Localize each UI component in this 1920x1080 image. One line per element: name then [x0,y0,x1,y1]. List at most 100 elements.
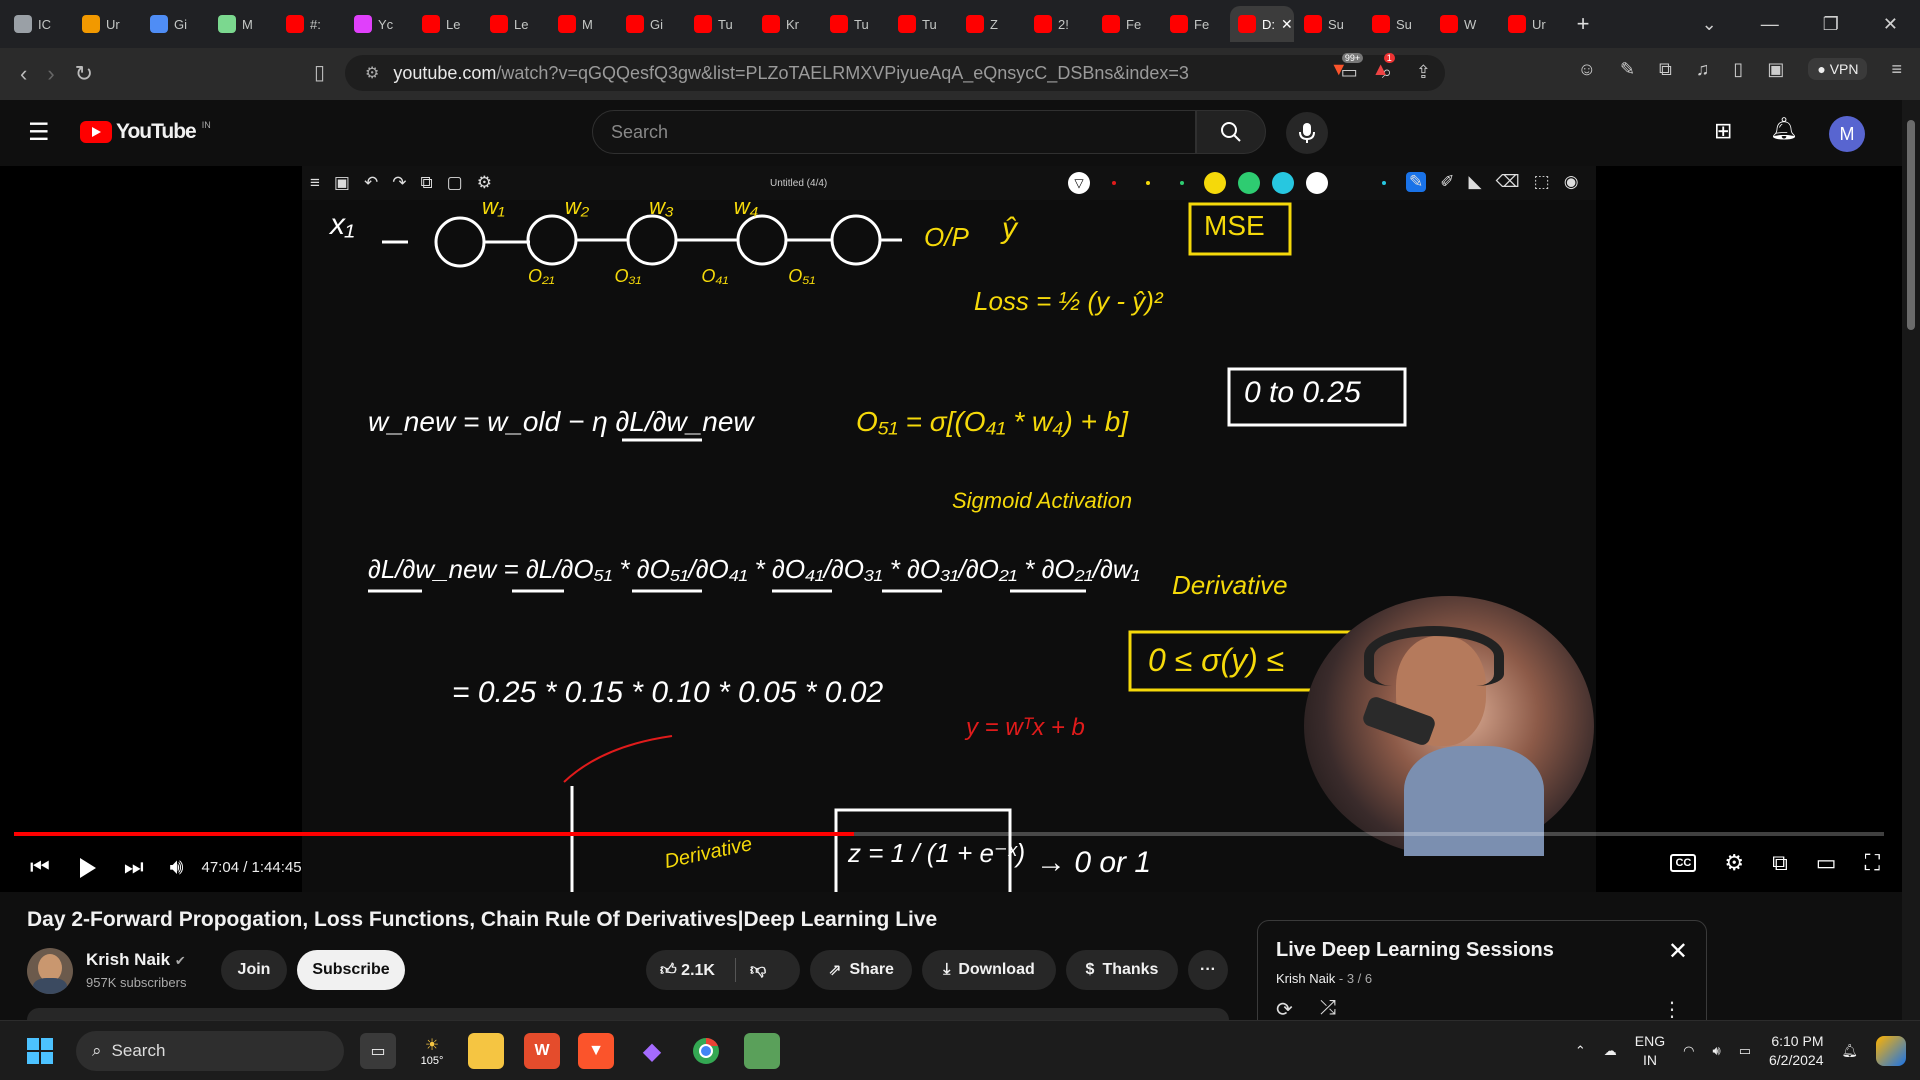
office-app-icon[interactable]: W [524,1033,560,1069]
weather-widget[interactable]: ☀ 105° [414,1033,450,1069]
browser-tab[interactable]: Tu [822,6,888,42]
scrollbar-thumb[interactable] [1907,120,1915,330]
join-button[interactable]: Join [221,950,287,990]
browser-tab[interactable]: D: ✕ [1230,6,1294,42]
wallet-icon[interactable]: ▣ [1767,59,1784,80]
obsidian-icon[interactable]: ◆ [634,1033,670,1069]
menu-icon[interactable]: ≡ [1891,59,1902,80]
file-explorer-icon[interactable] [468,1033,504,1069]
browser-tab[interactable]: Ur [1500,6,1566,42]
minimize-icon[interactable]: — [1761,14,1779,35]
browser-tab[interactable]: 2! [1026,6,1092,42]
close-window-icon[interactable]: ✕ [1883,14,1898,35]
create-video-icon[interactable]: ⊞ [1714,118,1732,144]
palette-color-swatch[interactable] [1238,172,1260,194]
play-button[interactable] [78,857,98,878]
browser-tab[interactable]: Kr [754,6,820,42]
brave-shields-icon[interactable]: ▼ 99+ [1330,52,1364,80]
search-input[interactable]: Search [592,110,1196,154]
voice-search-button[interactable] [1286,112,1328,154]
wb-pen-icon[interactable]: ✎ [1406,172,1427,192]
restore-icon[interactable]: ❐ [1823,14,1839,35]
volume-icon[interactable]: 🔊︎ [170,854,184,880]
browser-tab[interactable]: Gi [618,6,684,42]
wb-redo-icon[interactable]: ↷ [392,173,406,193]
account-avatar[interactable]: M [1829,116,1865,152]
clock[interactable]: 6:10 PM 6/2/2024 [1769,1032,1824,1070]
browser-tab[interactable]: IC [6,6,72,42]
site-info-icon[interactable]: ⚙ [365,63,379,83]
vpn-button[interactable]: ● VPN [1808,58,1868,80]
browser-tab[interactable]: M [550,6,616,42]
browser-tab[interactable]: Le [482,6,548,42]
battery-icon[interactable]: ▭ [1739,1043,1751,1059]
thanks-button[interactable]: $ Thanks [1066,950,1178,990]
brave-rewards-icon[interactable]: ▲ 1 [1372,52,1395,80]
wb-eraser-icon[interactable]: ⌫ [1496,172,1520,192]
back-icon[interactable]: ‹ [20,61,27,87]
channel-name[interactable]: Krish Naik ✔ [86,950,186,970]
wb-select-icon[interactable]: ⬚ [1534,172,1550,192]
browser-tab[interactable]: Fe [1162,6,1228,42]
wb-lasso-icon[interactable]: ▽ [1068,172,1090,194]
browser-tab[interactable]: Ur [74,6,140,42]
url-bar[interactable]: ⚙ youtube.com/watch?v=qGQQesfQ3gw&list=P… [345,55,1445,91]
music-icon[interactable]: ♫ [1696,59,1710,80]
guide-menu-icon[interactable]: ☰ [28,118,50,147]
captions-button[interactable]: CC [1670,854,1697,872]
description-box[interactable] [27,1008,1229,1020]
seek-bar[interactable] [14,832,1884,836]
wb-save-icon[interactable]: ▣ [334,173,350,193]
language-indicator[interactable]: ENG IN [1635,1032,1665,1070]
playlist-menu-icon[interactable]: ⋮ [1662,997,1682,1022]
browser-tab[interactable]: Gi [142,6,208,42]
wb-ruler-icon[interactable]: ◣ [1469,172,1482,192]
wb-undo-icon[interactable]: ↶ [364,173,378,193]
wb-dot-yellow[interactable] [1146,181,1150,185]
page-scrollbar[interactable] [1902,100,1920,1020]
new-tab-button[interactable]: + [1568,11,1598,37]
bookmark-icon[interactable]: ▯ [314,60,325,85]
video-player[interactable]: x₁ w₁ w₂ w₃ w₄ O₂₁ O₃₁ O₄₁ O₅₁ O/P ŷ MSE Loss … [0,166,1902,892]
puzzle-icon[interactable]: ⧉ [1659,59,1672,80]
wb-dot-red[interactable] [1112,181,1116,185]
browser-tab[interactable]: Fe [1094,6,1160,42]
more-actions-button[interactable]: ··· [1188,950,1228,990]
notification-bell-icon[interactable]: 🔔︎ [1841,1043,1858,1059]
windows-start-icon[interactable] [22,1033,58,1069]
wb-dot-green[interactable] [1180,181,1184,185]
subscribe-button[interactable]: Subscribe [297,950,405,990]
network-alert-icon[interactable]: ☁ [1604,1043,1617,1059]
channel-avatar[interactable] [27,948,73,994]
youtube-logo[interactable]: YouTube IN [80,120,211,144]
speaker-icon[interactable]: 🔊︎ [1712,1043,1720,1059]
browser-tab[interactable]: Z [958,6,1024,42]
browser-tab[interactable]: Yc [346,6,412,42]
miniplayer-icon[interactable]: ⧉ [1772,850,1788,876]
wb-settings-icon[interactable]: ⚙ [477,173,492,193]
notepad-app-icon[interactable] [744,1033,780,1069]
chrome-icon[interactable] [688,1033,724,1069]
fullscreen-icon[interactable]: ⛶ [1865,850,1880,876]
profile-ext-icon[interactable]: ☺ [1578,59,1596,80]
browser-tab[interactable]: Su [1296,6,1362,42]
browser-tab[interactable]: W [1432,6,1498,42]
browser-tab[interactable]: Tu [890,6,956,42]
previous-icon[interactable]: ⏮ [30,854,50,880]
tray-overflow-icon[interactable]: ⌃ [1575,1043,1586,1059]
browser-tab[interactable]: Tu [686,6,752,42]
copilot-icon[interactable] [1876,1036,1906,1066]
share-button[interactable]: ⇗ Share [810,950,912,990]
wb-clipboard-icon[interactable]: ⧉ [420,173,432,193]
palette-color-swatch[interactable] [1272,172,1294,194]
browser-tab[interactable]: Le [414,6,480,42]
reload-icon[interactable]: ↻ [75,61,93,87]
browser-tab[interactable]: #: [278,6,344,42]
sidebar-icon[interactable]: ▯ [1733,59,1743,80]
dislike-icon[interactable]: 👎︎ [750,961,766,980]
wb-view-icon[interactable]: ◉ [1564,172,1579,192]
wifi-icon[interactable]: ◠ [1683,1043,1694,1059]
search-button[interactable] [1196,110,1266,154]
tab-search-chevron-icon[interactable]: ⌄ [1702,14,1717,35]
like-button[interactable]: 👍︎ 2.1K [660,961,715,980]
